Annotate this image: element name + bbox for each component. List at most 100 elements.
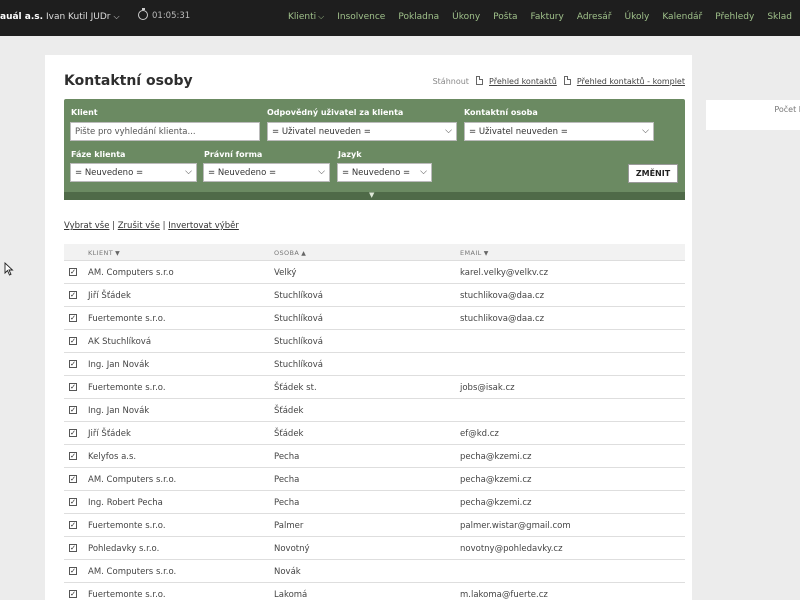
responsible-user-label: Odpovědný uživatel za klienta [267, 108, 404, 117]
checkbox-checked-icon[interactable]: ✓ [69, 268, 77, 276]
nav-ukony[interactable]: Úkony [452, 12, 480, 22]
nav-pokladna[interactable]: Pokladna [398, 12, 439, 22]
cell-person: Palmer [274, 521, 304, 531]
mouse-cursor-icon [4, 262, 14, 276]
table-row[interactable]: ✓ AM. Computers s.r.o. Pecha pecha@kzemi.cz [64, 468, 685, 491]
cell-client: Ing. Robert Pecha [88, 498, 163, 508]
table-row[interactable]: ✓ Ing. Jan Novák Stuchlíková [64, 353, 685, 376]
table-row[interactable]: ✓ Fuertemonte s.r.o. Šťádek st. jobs@isak.c… [64, 376, 685, 399]
count-label: Počet ko [774, 105, 800, 114]
stopwatch-icon [138, 8, 148, 20]
table-row[interactable]: ✓ Ing. Robert Pecha Pecha pecha@kzemi.cz [64, 491, 685, 514]
checkbox-checked-icon[interactable]: ✓ [69, 360, 77, 368]
company-name[interactable]: auál a.s. [0, 12, 43, 22]
chevron-down-icon: ⌵ [445, 126, 452, 136]
chevron-down-icon: ⌵ [420, 167, 427, 177]
checkbox-checked-icon[interactable]: ✓ [69, 590, 77, 598]
table-row[interactable]: ✓ Pohledavky s.r.o. Novotný novotny@pohleda… [64, 537, 685, 560]
table-row[interactable]: ✓ AM. Computers s.r.o Velký karel.velky@vel… [64, 261, 685, 284]
cell-email: pecha@kzemi.cz [460, 475, 532, 485]
chevron-down-icon: ⌵ [113, 12, 120, 21]
contacts-panel: Kontaktní osoby Stáhnout Přehled kontakt… [45, 55, 692, 600]
nav-faktury[interactable]: Faktury [531, 12, 564, 22]
cell-email: stuchlikova@daa.cz [460, 291, 545, 301]
count-box: Počet ko [706, 100, 800, 130]
checkbox-checked-icon[interactable]: ✓ [69, 406, 77, 414]
nav-insolvence[interactable]: Insolvence [337, 12, 385, 22]
chevron-down-icon: ⌵ [318, 12, 325, 21]
checkbox-checked-icon[interactable]: ✓ [69, 567, 77, 575]
cell-client: Fuertemonte s.r.o. [88, 590, 166, 600]
cell-person: Stuchlíková [274, 314, 323, 324]
nav-adresar[interactable]: Adresář [577, 12, 612, 22]
column-header-client[interactable]: KLIENT ▼ [88, 249, 120, 257]
table-row[interactable]: ✓ Kelyfos a.s. Pecha pecha@kzemi.cz [64, 445, 685, 468]
checkbox-checked-icon[interactable]: ✓ [69, 452, 77, 460]
table-row[interactable]: ✓ Fuertemonte s.r.o. Stuchlíková stuchlikov… [64, 307, 685, 330]
cell-person: Novotný [274, 544, 310, 554]
cell-client: Jiří Šťádek [88, 291, 131, 301]
legal-form-select[interactable]: = Neuvedeno = ⌵ [203, 163, 330, 182]
top-navigation-bar: auál a.s. Ivan Kutil JUDr ⌵ 01:05:31 Klie… [0, 0, 800, 36]
download-label: Stáhnout [432, 77, 469, 86]
cell-person: Pecha [274, 498, 300, 508]
column-header-email[interactable]: EMAIL ▼ [460, 249, 489, 257]
cell-email: m.lakoma@fuerte.cz [460, 590, 548, 600]
apply-filter-button[interactable]: ZMĚNIT [628, 164, 678, 183]
table-row[interactable]: ✓ Jiří Šťádek Stuchlíková stuchlikova@daa.c… [64, 284, 685, 307]
column-header-person[interactable]: OSOBA ▲ [274, 249, 306, 257]
cell-client: Pohledavky s.r.o. [88, 544, 160, 554]
nav-prehledy[interactable]: Přehledy [715, 12, 754, 22]
checkbox-checked-icon[interactable]: ✓ [69, 521, 77, 529]
table-row[interactable]: ✓ AK Stuchlíková Stuchlíková [64, 330, 685, 353]
cell-person: Lakomá [274, 590, 308, 600]
cell-client: Fuertemonte s.r.o. [88, 314, 166, 324]
download-links: Stáhnout Přehled kontaktů Přehled kontak… [433, 76, 685, 86]
clear-all-link[interactable]: Zrušit vše [118, 221, 160, 231]
checkbox-checked-icon[interactable]: ✓ [69, 337, 77, 345]
nav-kalendar[interactable]: Kalendář [662, 12, 702, 22]
checkbox-checked-icon[interactable]: ✓ [69, 544, 77, 552]
nav-sklad[interactable]: Sklad [767, 12, 792, 22]
filter-form: Klient Pište pro vyhledání klienta... Od… [64, 99, 685, 200]
table-row[interactable]: ✓ Ing. Jan Novák Šťádek [64, 399, 685, 422]
contact-person-select[interactable]: = Uživatel neuveden = ⌵ [464, 122, 654, 141]
contacts-overview-link[interactable]: Přehled kontaktů [489, 77, 557, 86]
cell-client: AM. Computers s.r.o [88, 268, 174, 278]
table-row[interactable]: ✓ Fuertemonte s.r.o. Palmer palmer.wistar@g… [64, 514, 685, 537]
nav-klienti[interactable]: Klienti ⌵ [275, 12, 324, 22]
checkbox-checked-icon[interactable]: ✓ [69, 291, 77, 299]
user-menu[interactable]: Ivan Kutil JUDr ⌵ [46, 12, 120, 22]
checkbox-checked-icon[interactable]: ✓ [69, 498, 77, 506]
cell-person: Šťádek [274, 406, 304, 416]
nav-posta[interactable]: Pošta [493, 12, 517, 22]
select-all-link[interactable]: Vybrat vše [64, 221, 109, 231]
expand-arrow-icon: ▼ [369, 191, 375, 199]
table-body: ✓ AM. Computers s.r.o Velký karel.velky@vel… [64, 261, 685, 600]
checkbox-checked-icon[interactable]: ✓ [69, 383, 77, 391]
cell-person: Stuchlíková [274, 291, 323, 301]
main-menu: Klienti ⌵ Insolvence Pokladna Úkony Pošta… [262, 12, 792, 22]
client-search-input[interactable]: Pište pro vyhledání klienta... [70, 122, 260, 141]
language-select[interactable]: = Neuvedeno = ⌵ [337, 163, 432, 182]
document-icon [476, 76, 484, 85]
table-row[interactable]: ✓ Jiří Šťádek Šťádek ef@kd.cz [64, 422, 685, 445]
client-phase-select[interactable]: = Neuvedeno = ⌵ [70, 163, 197, 182]
chevron-down-icon: ⌵ [185, 167, 192, 177]
cell-client: Ing. Jan Novák [88, 360, 150, 370]
cell-email: pecha@kzemi.cz [460, 452, 532, 462]
invert-selection-link[interactable]: Invertovat výběr [168, 221, 239, 231]
contact-person-label: Kontaktní osoba [464, 108, 538, 117]
table-row[interactable]: ✓ Fuertemonte s.r.o. Lakomá m.lakoma@fuerte… [64, 583, 685, 600]
checkbox-checked-icon[interactable]: ✓ [69, 429, 77, 437]
page-title: Kontaktní osoby [64, 73, 193, 89]
contacts-overview-full-link[interactable]: Přehled kontaktů - komplet [577, 77, 685, 86]
work-timer[interactable]: 01:05:31 [138, 8, 190, 21]
nav-ukoly[interactable]: Úkoly [625, 12, 650, 22]
checkbox-checked-icon[interactable]: ✓ [69, 314, 77, 322]
checkbox-checked-icon[interactable]: ✓ [69, 475, 77, 483]
chevron-down-icon: ⌵ [318, 167, 325, 177]
responsible-user-select[interactable]: = Uživatel neuveden = ⌵ [267, 122, 457, 141]
filter-toggle-bar[interactable]: ▼ [64, 191, 685, 200]
table-row[interactable]: ✓ AM. Computers s.r.o. Novák [64, 560, 685, 583]
